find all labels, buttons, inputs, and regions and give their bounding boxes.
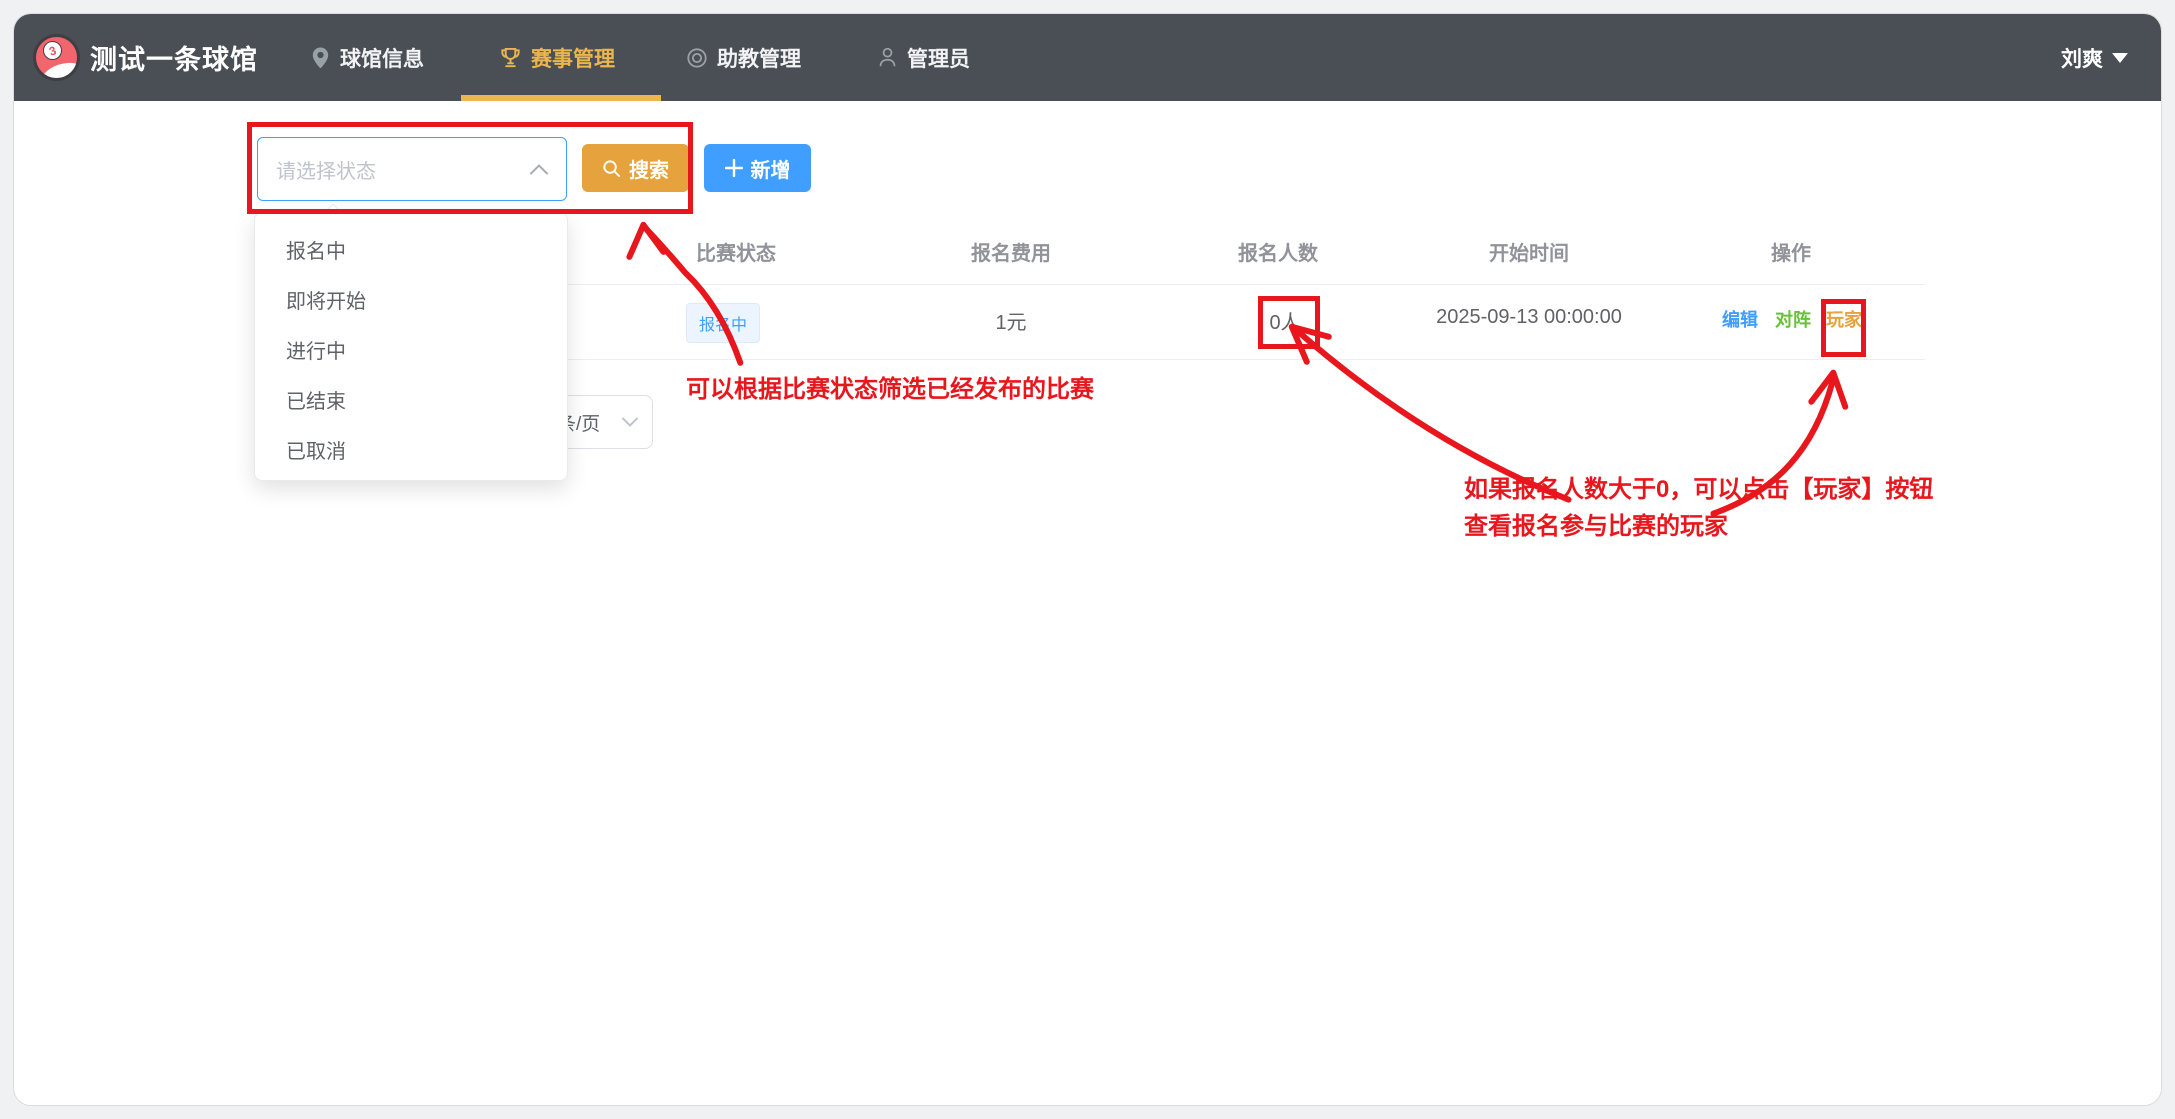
location-pin-icon [310, 46, 331, 70]
edit-action-link[interactable]: 编辑 [1722, 306, 1758, 332]
nav-label: 赛事管理 [531, 43, 615, 73]
status-filter-select[interactable]: 请选择状态 [257, 137, 567, 201]
status-badge: 报名中 [686, 303, 760, 343]
search-button-label: 搜索 [629, 154, 669, 183]
chevron-down-icon [2112, 53, 2128, 63]
column-header-start: 开始时间 [1489, 237, 1569, 266]
column-header-actions: 操作 [1771, 237, 1811, 266]
column-header-signups: 报名人数 [1238, 237, 1318, 266]
person-icon [877, 46, 898, 69]
annotation-note-players-line1: 如果报名人数大于0，可以点击【玩家】按钮 [1464, 471, 1933, 508]
venue-title: 测试一条球馆 [90, 14, 258, 101]
main-content: 比赛状态 报名费用 报名人数 开始时间 操作 报名中 1元 0人 2025-09… [14, 101, 2161, 1106]
annotation-note-players-line2: 查看报名参与比赛的玩家 [1464, 508, 1933, 545]
add-button[interactable]: 新增 [704, 144, 811, 192]
dropdown-caret [325, 204, 342, 221]
nav-item-admin[interactable]: 管理员 [877, 14, 970, 101]
chevron-up-icon [530, 164, 548, 175]
top-navigation-bar: 3 测试一条球馆 球馆信息 [14, 14, 2161, 101]
nav-item-assistant-management[interactable]: 助教管理 [686, 14, 801, 101]
nav-item-event-management[interactable]: 赛事管理 [499, 14, 615, 101]
plus-icon [725, 159, 743, 177]
nav-label: 管理员 [907, 43, 970, 73]
annotation-note-players: 如果报名人数大于0，可以点击【玩家】按钮 查看报名参与比赛的玩家 [1464, 471, 1933, 545]
app-window: 3 测试一条球馆 球馆信息 [0, 0, 2175, 1119]
user-name: 刘爽 [2061, 43, 2103, 73]
nav-label: 助教管理 [717, 43, 801, 73]
dropdown-option-upcoming[interactable]: 即将开始 [255, 274, 567, 324]
app-card: 3 测试一条球馆 球馆信息 [13, 13, 2162, 1106]
search-button[interactable]: 搜索 [582, 144, 689, 192]
start-time-cell: 2025-09-13 00:00:00 [1436, 306, 1622, 329]
search-icon [602, 159, 621, 178]
status-dropdown-panel: 报名中 即将开始 进行中 已结束 已取消 [254, 212, 568, 481]
trophy-icon [499, 46, 522, 70]
double-circle-icon [686, 47, 708, 69]
bracket-action-link[interactable]: 对阵 [1775, 306, 1811, 332]
dropdown-option-registering[interactable]: 报名中 [255, 224, 567, 274]
dropdown-option-finished[interactable]: 已结束 [255, 374, 567, 424]
column-header-fee: 报名费用 [971, 237, 1051, 266]
add-button-label: 新增 [751, 154, 791, 183]
ball-number: 3 [41, 39, 65, 63]
select-placeholder: 请选择状态 [276, 155, 530, 184]
dropdown-option-cancelled[interactable]: 已取消 [255, 424, 567, 474]
chevron-down-icon [622, 417, 638, 427]
dropdown-option-in-progress[interactable]: 进行中 [255, 324, 567, 374]
nav-item-venue-info[interactable]: 球馆信息 [310, 14, 424, 101]
fee-cell: 1元 [995, 306, 1026, 335]
ball-crescent [37, 58, 80, 81]
billiard-ball-logo-icon: 3 [33, 34, 80, 81]
annotation-note-filter: 可以根据比赛状态筛选已经发布的比赛 [686, 369, 1094, 404]
nav-label: 球馆信息 [340, 43, 424, 73]
user-menu[interactable]: 刘爽 [2061, 14, 2128, 101]
signup-count-cell: 0人 [1269, 306, 1300, 335]
players-action-link[interactable]: 玩家 [1826, 306, 1862, 332]
column-header-status: 比赛状态 [696, 237, 776, 266]
